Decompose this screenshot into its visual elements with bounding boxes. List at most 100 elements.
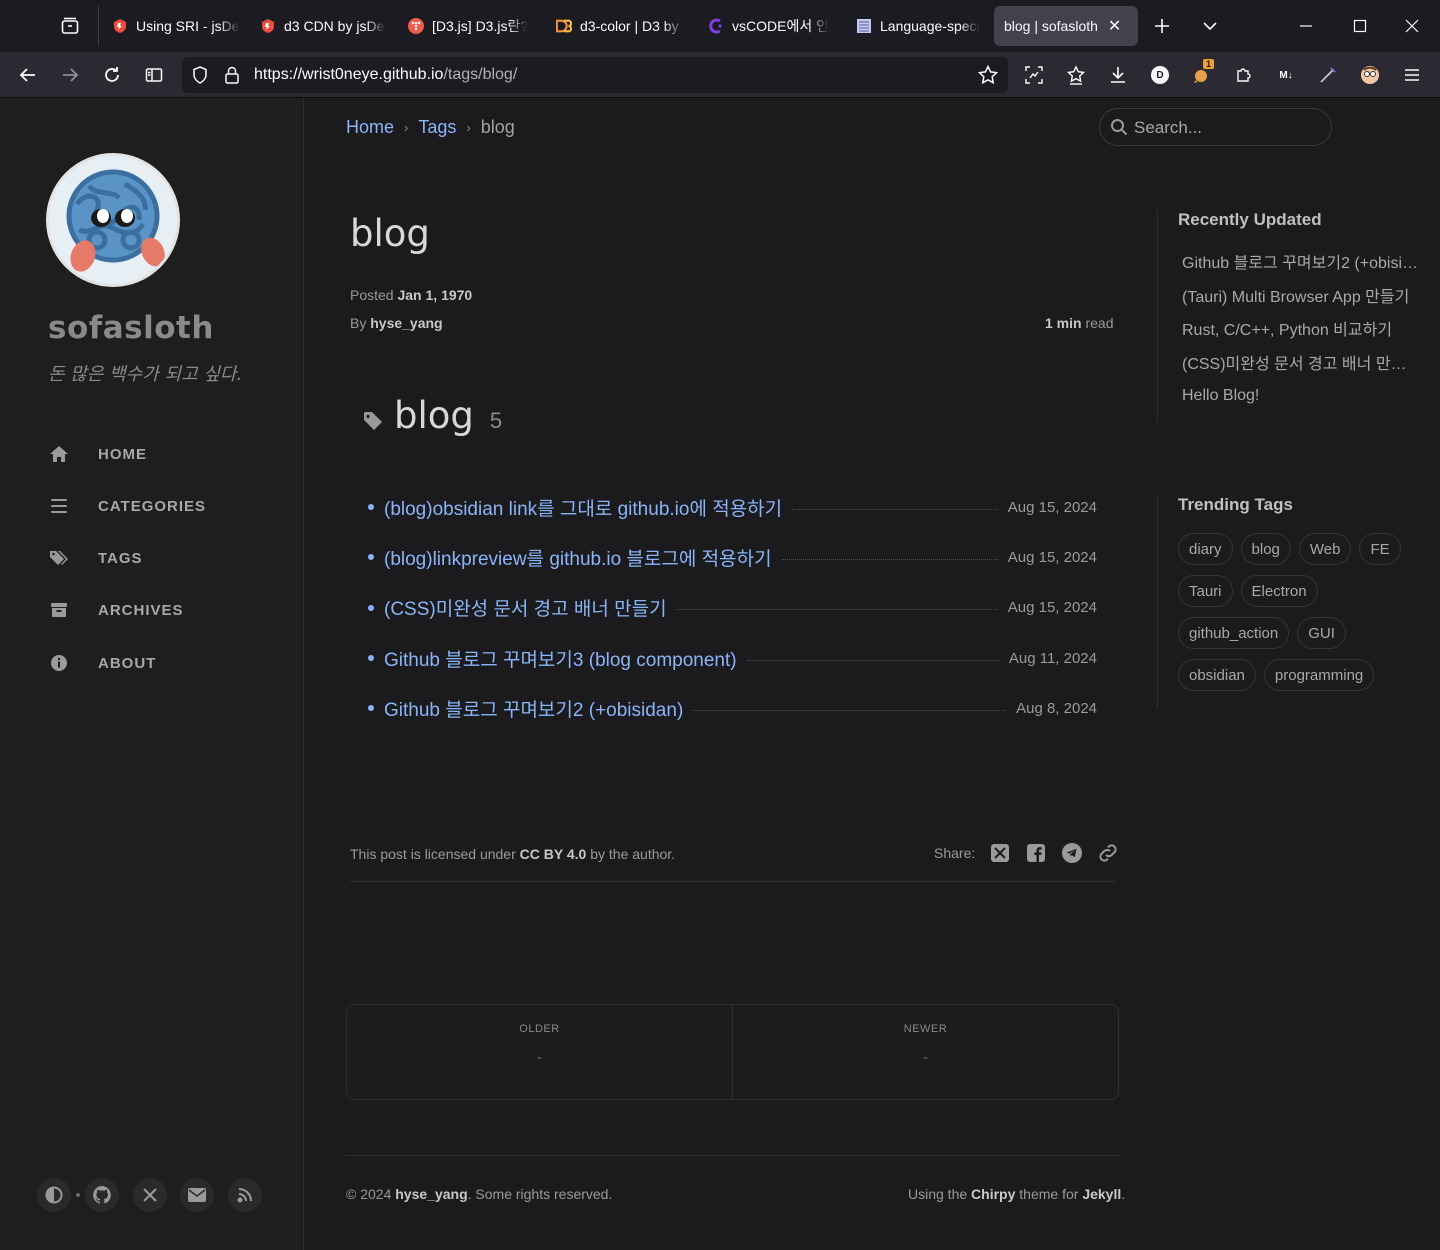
url-bar[interactable]: https://wrist0neye.github.io/tags/blog/ bbox=[182, 57, 1008, 93]
site-title[interactable]: sofasloth bbox=[48, 310, 214, 346]
reload-icon[interactable] bbox=[100, 63, 124, 87]
copyright-author[interactable]: hyse_yang bbox=[395, 1186, 467, 1202]
license-link[interactable]: CC BY 4.0 bbox=[520, 846, 587, 862]
divider bbox=[350, 881, 1116, 882]
sidebar-item-tags[interactable]: TAGS bbox=[48, 543, 278, 573]
breadcrumb-current: blog bbox=[480, 117, 515, 137]
bookmark-star-icon[interactable] bbox=[978, 65, 998, 85]
bullet bbox=[368, 604, 374, 611]
share-x-icon[interactable] bbox=[989, 842, 1011, 864]
tistory-icon bbox=[408, 18, 424, 34]
extensions-puzzle-icon[interactable] bbox=[1232, 63, 1256, 87]
new-tab-icon[interactable] bbox=[1150, 14, 1174, 38]
markdown-ext-icon[interactable]: M↓ bbox=[1274, 63, 1298, 87]
sidebar-item-label: CATEGORIES bbox=[98, 497, 207, 515]
avatar[interactable] bbox=[46, 153, 180, 287]
browser-tab[interactable]: [D3.js] D3.js란? bbox=[408, 6, 532, 46]
x-twitter-link[interactable] bbox=[133, 1178, 167, 1212]
tag-chip[interactable]: Web bbox=[1298, 533, 1352, 565]
engine-link[interactable]: Jekyll bbox=[1082, 1186, 1121, 1202]
tag-name: blog bbox=[394, 394, 474, 437]
sidebar-item-label: ABOUT bbox=[98, 654, 157, 672]
post-link[interactable]: Github 블로그 꾸며보기2 (+obisidan) bbox=[384, 695, 683, 722]
hamburger-menu-icon[interactable] bbox=[1400, 63, 1424, 87]
account-avatar-icon[interactable] bbox=[1358, 63, 1382, 87]
recently-updated-title: Recently Updated bbox=[1178, 210, 1322, 229]
copy-link-icon[interactable] bbox=[1097, 842, 1119, 864]
tab-title: d3-color | D3 by Observable bbox=[580, 18, 684, 34]
email-link[interactable] bbox=[180, 1178, 214, 1212]
browser-tab[interactable]: d3-color | D3 by Observable bbox=[556, 6, 684, 46]
recent-post-link[interactable]: Rust, C/C++, Python 비교하기 bbox=[1178, 312, 1418, 346]
recent-post-link[interactable]: Github 블로그 꾸며보기2 (+obisidan) bbox=[1178, 244, 1418, 278]
theme-for-label: theme for bbox=[1019, 1186, 1079, 1202]
post-author[interactable]: hyse_yang bbox=[370, 315, 442, 331]
browser-tab-active[interactable]: blog | sofasloth ✕ bbox=[994, 6, 1138, 46]
download-icon[interactable] bbox=[1106, 63, 1130, 87]
breadcrumb-home[interactable]: Home bbox=[346, 117, 394, 138]
post-link[interactable]: (blog)linkpreview를 github.io 블로그에 적용하기 bbox=[384, 544, 772, 571]
read-time-value: 1 min bbox=[1045, 315, 1082, 331]
recent-post-link[interactable]: Hello Blog! bbox=[1178, 379, 1418, 413]
list-item: (blog)linkpreview를 github.io 블로그에 적용하기 A… bbox=[368, 532, 1097, 582]
tab-title: vsCODE에서 인 bbox=[732, 18, 829, 34]
recent-post-link[interactable]: (CSS)미완성 문서 경고 배너 만들기 bbox=[1178, 345, 1418, 379]
post-link[interactable]: (CSS)미완성 문서 경고 배너 만들기 bbox=[384, 594, 667, 621]
share-facebook-icon[interactable] bbox=[1025, 842, 1047, 864]
tab-overview-icon[interactable] bbox=[56, 12, 84, 40]
sidebar-item-about[interactable]: ABOUT bbox=[48, 648, 278, 678]
browser-tab[interactable]: vsCODE에서 인 bbox=[708, 6, 832, 46]
post-link[interactable]: (blog)obsidian link를 그대로 github.io에 적용하기 bbox=[384, 494, 782, 521]
ext-rocket-icon[interactable]: 1 bbox=[1190, 59, 1215, 87]
close-window-icon[interactable] bbox=[1400, 14, 1424, 38]
forward-icon[interactable] bbox=[58, 63, 82, 87]
recent-post-link[interactable]: (Tauri) Multi Browser App 만들기 bbox=[1178, 278, 1418, 312]
share-telegram-icon[interactable] bbox=[1061, 842, 1083, 864]
tag-chip[interactable]: GUI bbox=[1297, 617, 1346, 649]
tag-chip[interactable]: obsidian bbox=[1178, 659, 1256, 691]
newer-post-button[interactable]: NEWER - bbox=[732, 1005, 1118, 1099]
dotted-leader bbox=[746, 659, 999, 661]
sidebar-item-categories[interactable]: CATEGORIES bbox=[48, 491, 278, 521]
url-text[interactable]: https://wrist0neye.github.io/tags/blog/ bbox=[254, 66, 517, 84]
older-post-button[interactable]: OLDER - bbox=[347, 1005, 732, 1099]
github-link[interactable] bbox=[85, 1178, 119, 1212]
back-icon[interactable] bbox=[16, 63, 40, 87]
theme-link[interactable]: Chirpy bbox=[971, 1186, 1015, 1202]
ext-d-icon[interactable]: D bbox=[1148, 63, 1172, 87]
tab-list-chevron-icon[interactable] bbox=[1198, 14, 1222, 38]
screenshot-ext-icon[interactable] bbox=[1022, 63, 1046, 87]
rss-link[interactable] bbox=[228, 1178, 262, 1212]
sidebar-item-archives[interactable]: ARCHIVES bbox=[48, 595, 278, 625]
tag-cloud: diary blog Web FE Tauri Electron github_… bbox=[1178, 533, 1418, 701]
search-box[interactable] bbox=[1099, 108, 1332, 146]
tag-chip[interactable]: Tauri bbox=[1178, 575, 1233, 607]
breadcrumb-tags[interactable]: Tags bbox=[418, 117, 456, 138]
tag-chip[interactable]: programming bbox=[1263, 659, 1375, 691]
maximize-icon[interactable] bbox=[1348, 14, 1372, 38]
tag-chip[interactable]: Electron bbox=[1240, 575, 1318, 607]
tag-chip[interactable]: diary bbox=[1178, 533, 1233, 565]
url-domain: https://wrist0neye.github.io bbox=[254, 66, 444, 83]
browser-tab[interactable]: d3 CDN by jsDelivr bbox=[260, 6, 386, 46]
tab-close-icon[interactable]: ✕ bbox=[1108, 16, 1121, 36]
theme-toggle-button[interactable] bbox=[37, 1178, 71, 1212]
tag-chip[interactable]: FE bbox=[1359, 533, 1401, 565]
home-icon bbox=[48, 443, 70, 465]
sidebar-item-home[interactable]: HOME bbox=[48, 439, 278, 469]
tag-chip[interactable]: blog bbox=[1240, 533, 1291, 565]
search-input[interactable] bbox=[1134, 117, 1314, 139]
tag-chip[interactable]: github_action bbox=[1178, 617, 1290, 649]
minimize-icon[interactable] bbox=[1294, 14, 1318, 38]
post-link[interactable]: Github 블로그 꾸며보기3 (blog component) bbox=[384, 645, 737, 672]
browser-tab[interactable]: Using SRI - jsDelivr bbox=[112, 6, 240, 46]
newer-label: NEWER bbox=[903, 1023, 948, 1035]
tracking-shield-icon[interactable] bbox=[190, 65, 210, 85]
bookmarks-star-list-icon[interactable] bbox=[1064, 63, 1088, 87]
browser-tab[interactable]: Language-specific bbox=[856, 6, 980, 46]
eyedropper-icon[interactable] bbox=[1316, 63, 1340, 87]
copyright-year: © 2024 bbox=[346, 1186, 392, 1202]
lock-icon[interactable] bbox=[222, 65, 242, 85]
reader-sidebar-icon[interactable] bbox=[142, 63, 166, 87]
theme-toggle-icon bbox=[37, 1178, 71, 1212]
